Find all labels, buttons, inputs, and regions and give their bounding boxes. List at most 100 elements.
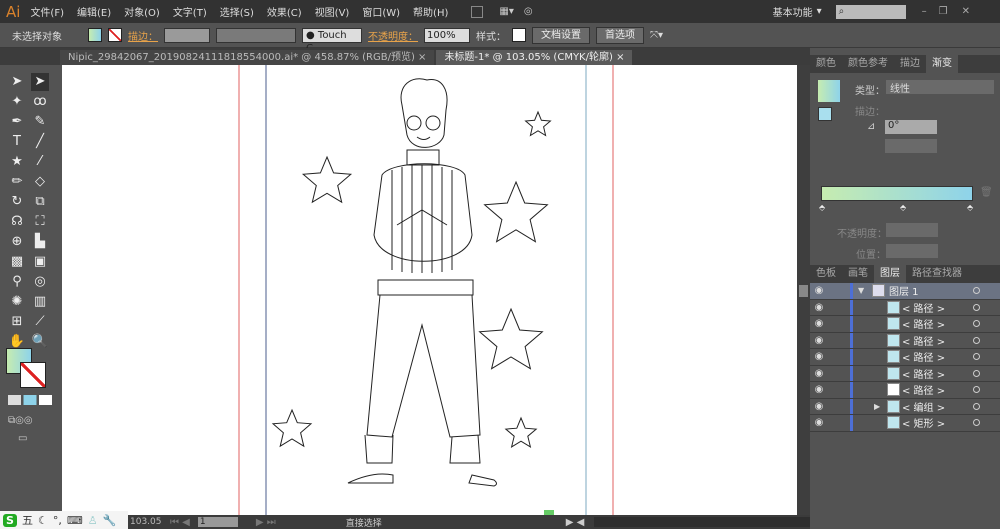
perspective-grid-icon[interactable]: ▙	[31, 233, 49, 251]
moon-icon[interactable]: ☾	[38, 514, 48, 527]
menu-help[interactable]: 帮助(H)	[413, 4, 448, 19]
free-transform-icon[interactable]: ⛶	[31, 213, 49, 231]
blend-tool-icon[interactable]: ◎	[31, 273, 49, 291]
layer-name[interactable]: 图层 1	[889, 283, 919, 298]
opacity-input[interactable]: 100%	[424, 27, 470, 43]
line-tool-icon[interactable]: ╱	[31, 133, 49, 151]
screen-mode-icon[interactable]: ▭	[18, 433, 27, 444]
opacity-label[interactable]: 不透明度：	[368, 28, 418, 43]
layer-item-name[interactable]: < 矩形 >	[902, 415, 945, 430]
star-shape[interactable]	[478, 307, 544, 370]
fill-swatch[interactable]	[88, 28, 102, 42]
symbol-sprayer-icon[interactable]: ✺	[8, 293, 26, 311]
artboard-tool-icon[interactable]: ⊞	[8, 313, 26, 331]
keyboard-icon[interactable]: ⌨	[67, 514, 83, 527]
target-icon[interactable]	[973, 419, 980, 427]
magic-wand-icon[interactable]: ✦	[8, 93, 26, 111]
gradient-preview[interactable]	[818, 80, 840, 102]
layer-row[interactable]: ◉ < 路径 >	[810, 382, 1000, 399]
layer-item-name[interactable]: < 路径 >	[902, 333, 945, 348]
star-shape[interactable]	[524, 110, 552, 137]
visibility-icon[interactable]: ◉	[810, 285, 828, 296]
selection-tool-icon[interactable]: ➤	[8, 73, 26, 91]
workspace-switcher[interactable]: 基本功能	[773, 4, 813, 19]
scroll-thumb[interactable]	[799, 285, 808, 297]
current-tool[interactable]: 直接选择	[346, 516, 486, 529]
scale-tool-icon[interactable]: ⧉	[31, 193, 49, 211]
color-mode-buttons[interactable]	[8, 395, 52, 405]
punctuation-icon[interactable]: °,	[53, 514, 62, 527]
opacity-select[interactable]	[886, 223, 938, 237]
restore-button[interactable]: ❐	[939, 6, 948, 17]
star-tool-icon[interactable]: ★	[8, 153, 26, 171]
star-shape[interactable]	[271, 408, 313, 448]
brush-select[interactable]: ● Touch C...	[302, 27, 362, 54]
gpu-icon[interactable]: ◎	[524, 6, 533, 17]
status-menu-icon[interactable]: ▶ ◀	[566, 517, 585, 528]
pen-tool-icon[interactable]: ✒	[8, 113, 26, 131]
horizontal-scrollbar[interactable]	[594, 517, 810, 527]
canvas[interactable]	[62, 65, 797, 515]
tab-brushes[interactable]: 画笔	[842, 265, 874, 283]
stroke-weight[interactable]	[164, 27, 210, 43]
menu-edit[interactable]: 编辑(E)	[77, 4, 111, 19]
bridge-icon[interactable]	[471, 5, 484, 18]
gradient-tool-icon[interactable]: ▣	[31, 253, 49, 271]
target-icon[interactable]	[973, 386, 980, 394]
rotate-tool-icon[interactable]: ↻	[8, 193, 26, 211]
layer-row[interactable]: ◉ ▶ < 编组 >	[810, 398, 1000, 415]
layer-row[interactable]: ◉ < 矩形 >	[810, 415, 1000, 432]
tab-swatches[interactable]: 色板	[810, 265, 842, 283]
stroke-label[interactable]: 描边：	[128, 28, 158, 43]
color-stop[interactable]: ⬘	[967, 203, 973, 212]
search-input[interactable]: ⌕	[835, 4, 906, 19]
stroke-color[interactable]	[20, 362, 46, 388]
menu-window[interactable]: 窗口(W)	[362, 4, 400, 19]
style-swatch[interactable]	[512, 28, 526, 42]
arrange-docs-icon[interactable]: ⤧▾	[650, 30, 663, 41]
zoom-tool-icon[interactable]: 🔍	[31, 333, 49, 351]
brush-tool-icon[interactable]: ⁄	[31, 153, 49, 171]
draw-mode-icon[interactable]: ⧉◎◎	[8, 415, 33, 426]
tab-gradient[interactable]: 渐变	[926, 55, 958, 73]
sogou-logo-icon[interactable]: S	[3, 513, 17, 527]
arrange-icon[interactable]: ▦▾	[499, 6, 513, 17]
layer-row[interactable]: ◉ < 路径 >	[810, 365, 1000, 382]
menu-file[interactable]: 文件(F)	[30, 4, 64, 19]
target-icon[interactable]	[973, 336, 980, 344]
menu-select[interactable]: 选择(S)	[220, 4, 254, 19]
preferences-button[interactable]: 首选项	[596, 26, 644, 44]
lasso-icon[interactable]: ꝏ	[31, 93, 49, 111]
mesh-tool-icon[interactable]: ▩	[8, 253, 26, 271]
tab-untitled[interactable]: 未标题-1* @ 103.05% (CMYK/轮廓) ×	[436, 50, 633, 65]
delete-stop-icon[interactable]: 🗑	[980, 187, 993, 198]
visibility-icon[interactable]: ◉	[810, 318, 828, 329]
visibility-icon[interactable]: ◉	[810, 368, 828, 379]
layer-item-name[interactable]: < 路径 >	[902, 366, 945, 381]
aspect-input[interactable]	[885, 139, 937, 153]
document-setup-button[interactable]: 文档设置	[532, 26, 590, 44]
slice-tool-icon[interactable]: ⟋	[31, 313, 49, 331]
layer-row[interactable]: ◉ < 路径 >	[810, 316, 1000, 333]
gradient-slider[interactable]	[821, 186, 973, 201]
tab-color[interactable]: 颜色	[810, 55, 842, 73]
layer-item-name[interactable]: < 路径 >	[902, 349, 945, 364]
tab-nipic[interactable]: Nipic_29842067_20190824111818554000.ai* …	[60, 50, 435, 65]
position-select[interactable]	[886, 244, 938, 258]
star-shape[interactable]	[483, 180, 549, 243]
type-tool-icon[interactable]: T	[8, 133, 26, 151]
layer-row[interactable]: ◉ < 路径 >	[810, 299, 1000, 316]
visibility-icon[interactable]: ◉	[810, 335, 828, 346]
layer-item-name[interactable]: < 路径 >	[902, 300, 945, 315]
fill-stroke-icon[interactable]	[818, 107, 832, 121]
target-icon[interactable]	[973, 303, 980, 311]
visibility-icon[interactable]: ◉	[810, 401, 828, 412]
layer-item-name[interactable]: < 路径 >	[902, 382, 945, 397]
direct-selection-tool-icon[interactable]: ➤	[31, 73, 49, 91]
tab-stroke[interactable]: 描边	[894, 55, 926, 73]
star-shape[interactable]	[301, 155, 353, 204]
tab-pathfinder[interactable]: 路径查找器	[906, 265, 968, 283]
page-input[interactable]: 1	[197, 517, 238, 527]
tab-layers[interactable]: 图层	[874, 265, 906, 283]
layer-row[interactable]: ◉ < 路径 >	[810, 332, 1000, 349]
